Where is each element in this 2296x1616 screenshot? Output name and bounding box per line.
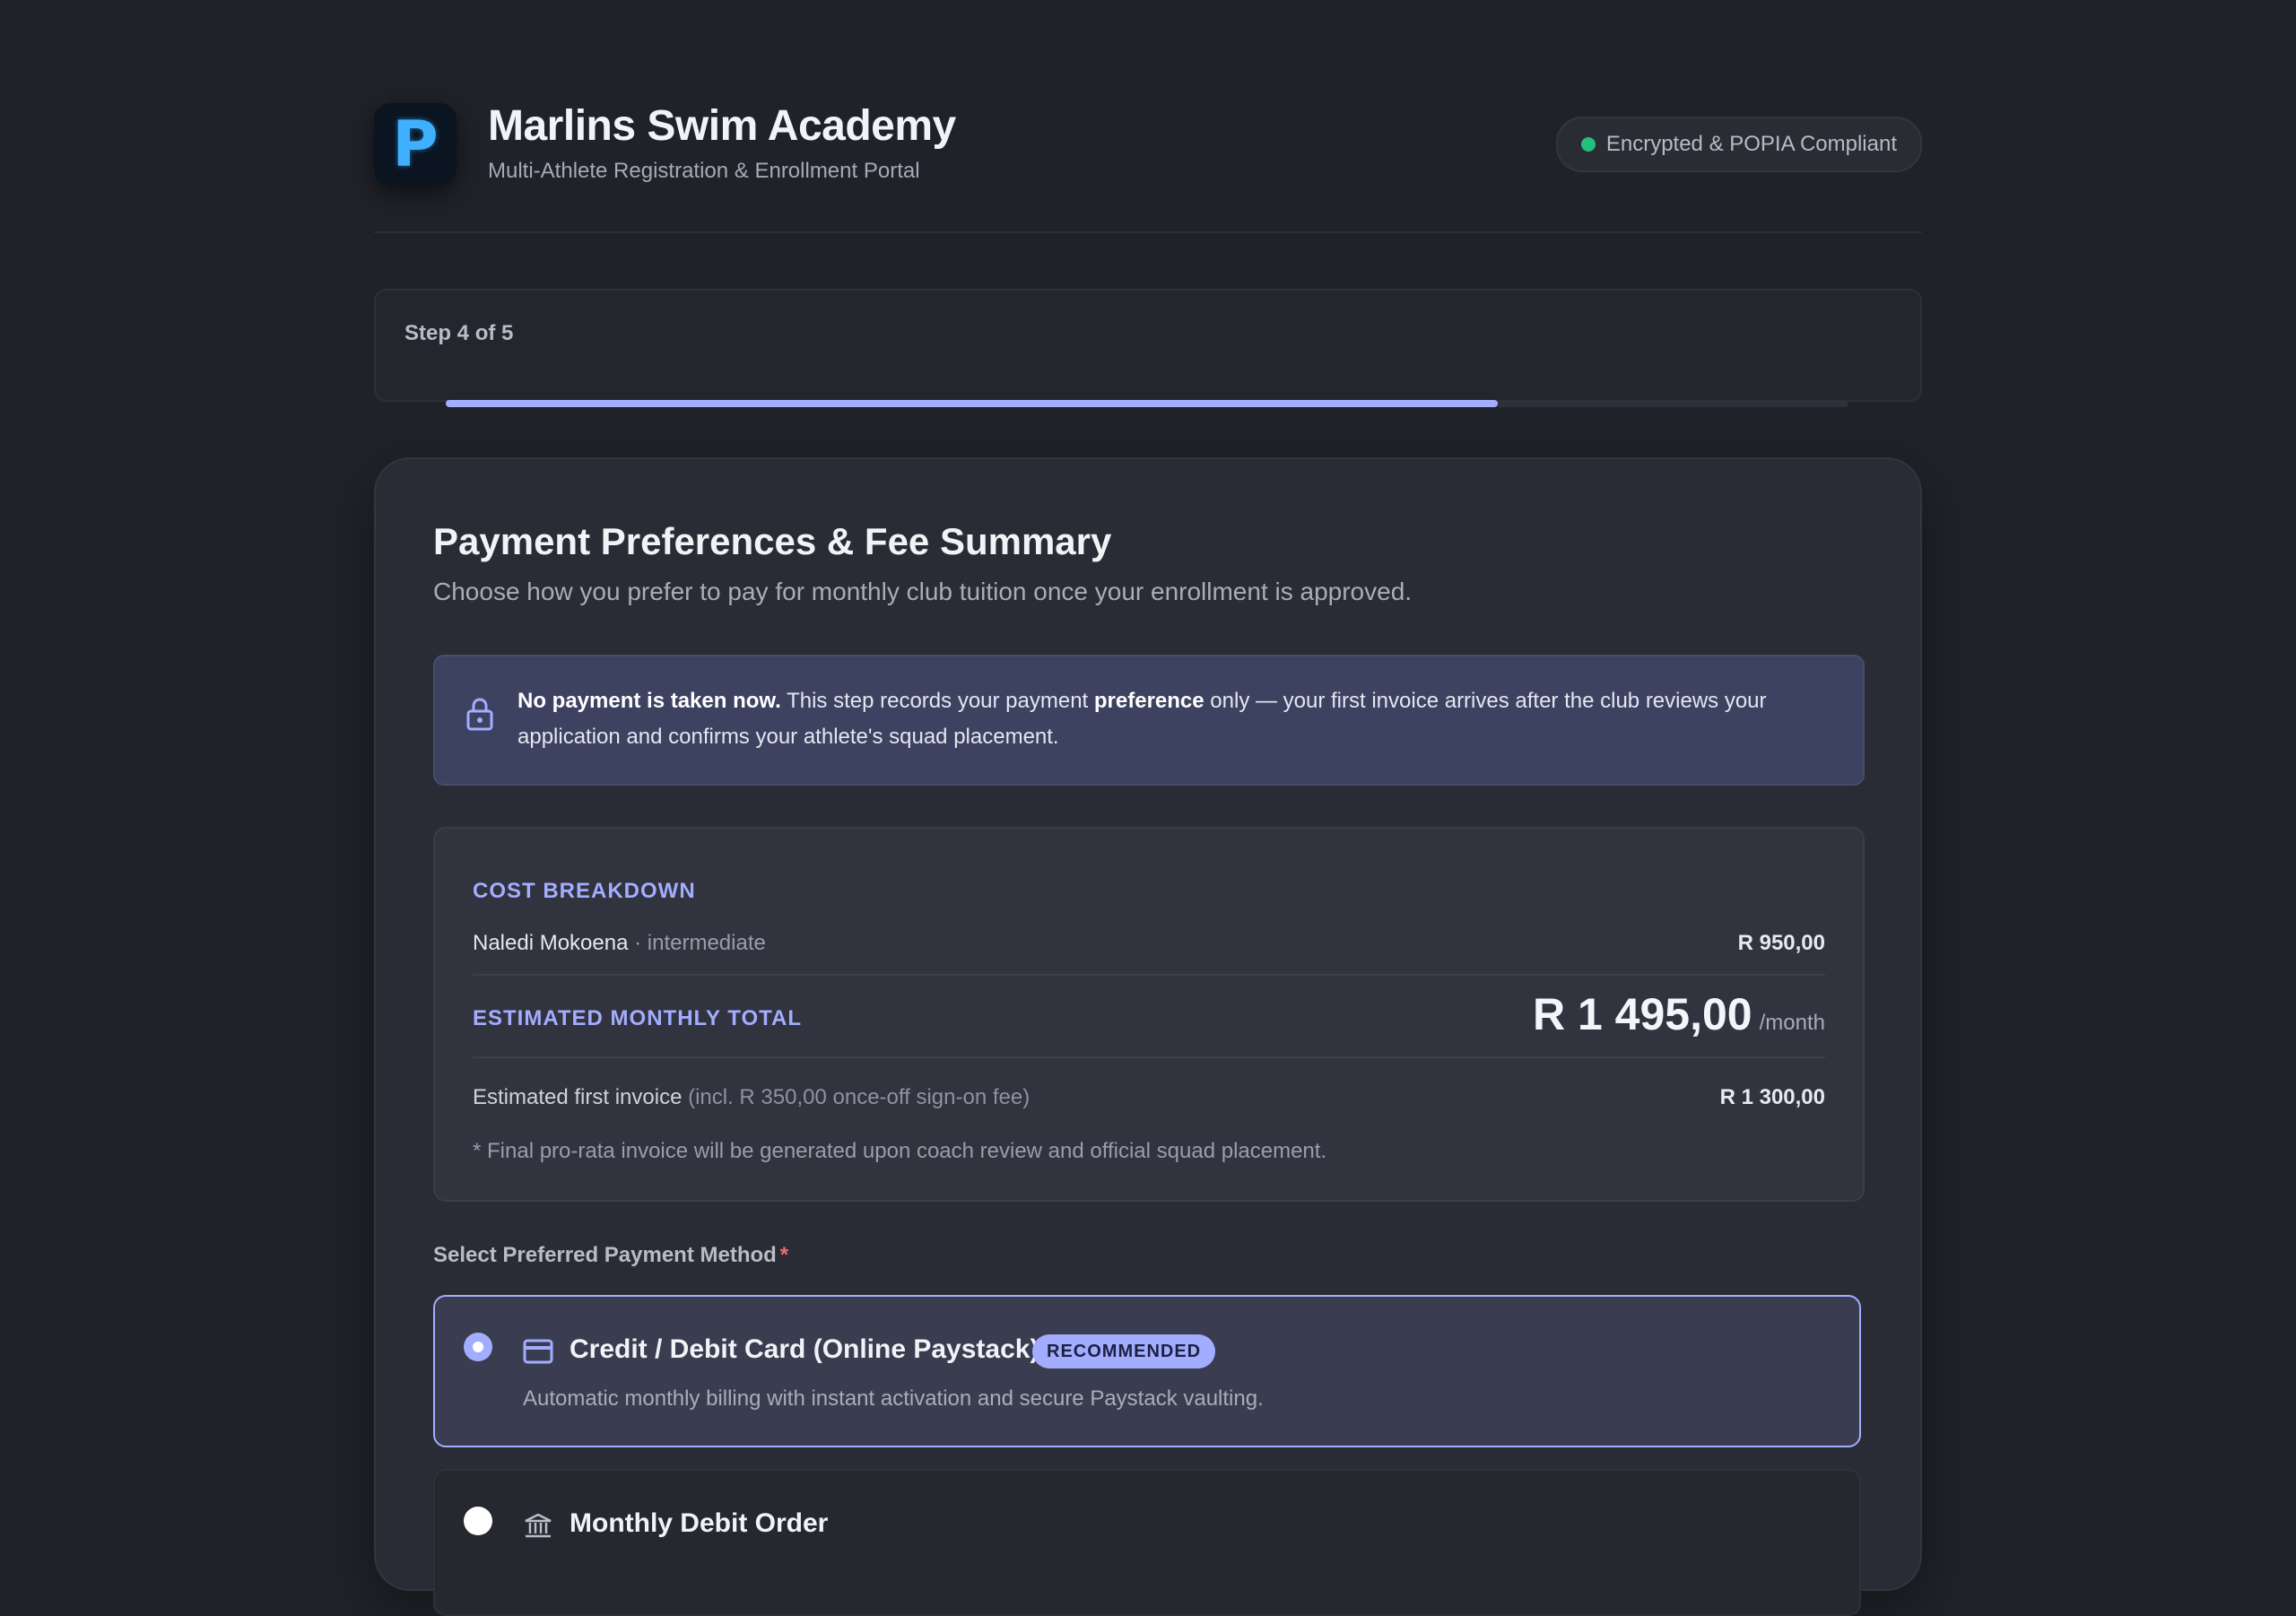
section-description: Choose how you prefer to pay for monthly…	[433, 578, 1413, 605]
cost-breakdown: COST BREAKDOWN Naledi Mokoena · intermed…	[433, 827, 1865, 1202]
progress-fill	[446, 400, 1498, 407]
no-payment-notice: No payment is taken now. This step recor…	[433, 655, 1865, 786]
section-title: Payment Preferences & Fee Summary	[433, 520, 1112, 562]
payment-option-card-title: Credit / Debit Card (Online Paystack)	[570, 1334, 1039, 1364]
logo-letter: P	[392, 108, 439, 181]
payment-method-label-text: Select Preferred Payment Method	[433, 1243, 777, 1267]
payment-option-debit-order[interactable]: Monthly Debit Order	[433, 1469, 1861, 1616]
required-marker: *	[779, 1243, 789, 1267]
first-invoice-label: Estimated first invoice (incl. R 350,00 …	[473, 1085, 1030, 1110]
notice-text: No payment is taken now. This step recor…	[517, 683, 1836, 755]
step-indicator: Step 4 of 5	[374, 289, 1922, 402]
athlete-level: · intermediate	[628, 931, 766, 955]
credit-card-icon	[523, 1339, 553, 1364]
page-container: P Marlins Swim Academy Multi-Athlete Reg…	[374, 0, 1922, 1616]
payment-option-card-radio[interactable]	[464, 1333, 492, 1361]
monthly-total-label: ESTIMATED MONTHLY TOTAL	[473, 1006, 803, 1030]
monthly-total: R 1 495,00/month	[1533, 988, 1825, 1040]
payment-option-card[interactable]: Credit / Debit Card (Online Paystack) RE…	[433, 1295, 1861, 1447]
first-invoice-text: Estimated first invoice	[473, 1085, 683, 1109]
athlete-name: Naledi Mokoena	[473, 931, 629, 955]
security-badge: Encrypted & POPIA Compliant	[1555, 117, 1922, 172]
payment-option-card-description: Automatic monthly billing with instant a…	[523, 1386, 1264, 1411]
payment-option-debit-order-title: Monthly Debit Order	[570, 1508, 829, 1538]
progress-bar	[446, 400, 1848, 407]
first-invoice-amount: R 1 300,00	[1719, 1085, 1825, 1109]
monthly-total-period: /month	[1759, 1011, 1825, 1035]
recommended-badge: RECOMMENDED	[1032, 1334, 1216, 1368]
notice-bold-lead: No payment is taken now.	[517, 689, 781, 713]
payment-method-label: Select Preferred Payment Method *	[433, 1243, 788, 1268]
app-header: P Marlins Swim Academy Multi-Athlete Reg…	[374, 0, 1922, 233]
status-dot-icon	[1580, 137, 1596, 152]
athlete-amount: R 950,00	[1737, 931, 1825, 955]
payment-card: Payment Preferences & Fee Summary Choose…	[374, 457, 1922, 1616]
cost-breakdown-heading: COST BREAKDOWN	[473, 879, 696, 903]
app-title: Marlins Swim Academy	[488, 102, 956, 150]
monthly-total-amount: R 1 495,00	[1532, 989, 1752, 1039]
athlete-row-name: Naledi Mokoena · intermediate	[473, 931, 766, 956]
bank-icon	[525, 1513, 552, 1538]
invoice-footnote: * Final pro-rata invoice will be generat…	[473, 1139, 1327, 1163]
lock-icon	[466, 698, 493, 731]
notice-text-1: This step records your payment	[780, 689, 1094, 713]
security-badge-label: Encrypted & POPIA Compliant	[1605, 132, 1897, 156]
payment-option-debit-order-radio[interactable]	[464, 1507, 492, 1535]
step-label: Step 4 of 5	[404, 321, 514, 345]
app-logo: P	[374, 103, 457, 186]
first-invoice-note: (incl. R 350,00 once-off sign-on fee)	[682, 1085, 1031, 1109]
divider	[473, 974, 1825, 976]
notice-bold-preference: preference	[1093, 689, 1205, 713]
app-subtitle: Multi-Athlete Registration & Enrollment …	[488, 159, 920, 183]
divider	[473, 1056, 1825, 1058]
